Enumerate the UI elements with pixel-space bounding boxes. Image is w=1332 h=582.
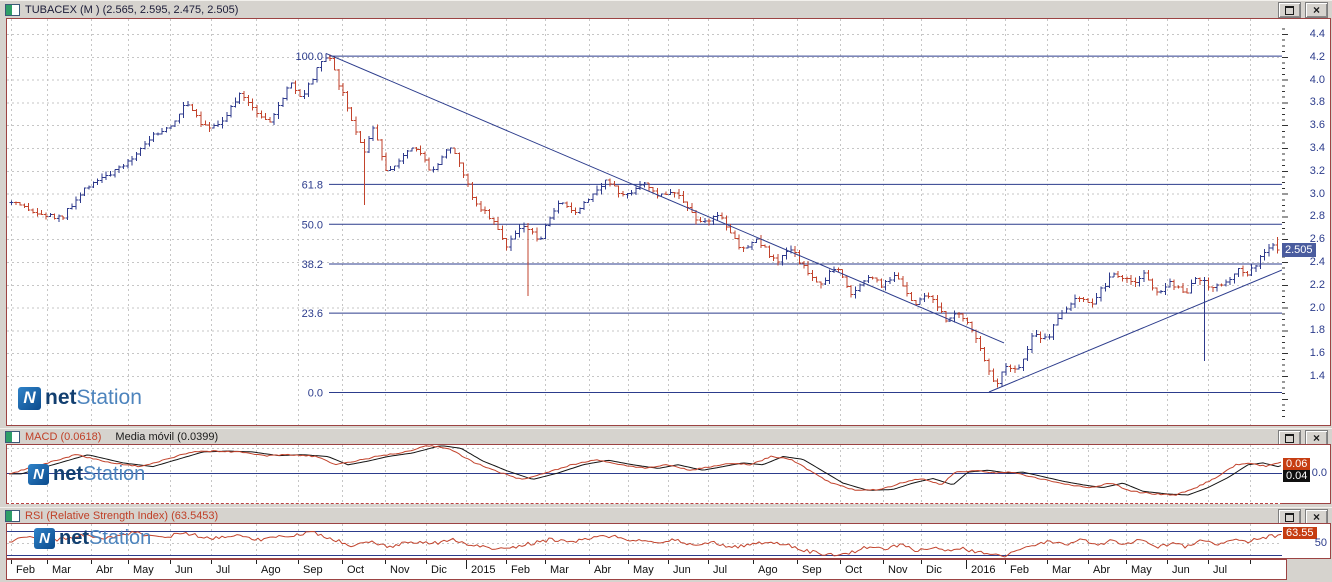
month-label: Mar (550, 564, 569, 576)
fib-label: 61.8 (302, 179, 323, 191)
month-label: Mar (1052, 564, 1071, 576)
month-label: Abr (96, 564, 114, 576)
trendline[interactable] (325, 52, 1005, 344)
month-label: Abr (1093, 564, 1111, 576)
month-label: Oct (845, 564, 863, 576)
price-tick-label: 1.8 (1309, 324, 1325, 336)
month-label: Ago (261, 564, 281, 576)
macd-value-axis[interactable]: 0.06 0.04 0.0 (1282, 444, 1331, 504)
month-label: Feb (511, 564, 530, 576)
restore-button[interactable] (1278, 2, 1301, 18)
chart-window-icon (5, 3, 20, 16)
price-tick-label: 3.0 (1309, 188, 1325, 200)
macd-window-icon (5, 431, 20, 443)
main-price-chart[interactable]: 100.0 61.8 50.0 38.2 23.6 0.0 (6, 18, 1283, 426)
rsi-value-axis[interactable]: 63.55 50 (1282, 523, 1331, 559)
main-price-svg[interactable]: 100.0 61.8 50.0 38.2 23.6 0.0 (7, 19, 1282, 425)
macd-svg[interactable] (7, 445, 1282, 503)
price-tick-label: 2.8 (1309, 210, 1325, 222)
rsi-chart[interactable] (6, 523, 1283, 559)
month-label: 2016 (971, 564, 996, 576)
month-label: Oct (347, 564, 365, 576)
month-label: May (133, 564, 154, 576)
netstation-window: { "main_panel": { "title": "TUBACEX (M )… (0, 0, 1332, 582)
rsi-titlebar[interactable]: RSI (Relative Strength Index) (63.5453) … (0, 507, 1332, 525)
rsi-title: RSI (Relative Strength Index) (63.5453) (25, 510, 219, 522)
fib-label: 100.0 (295, 51, 323, 63)
macd-value-tag: 0.06 (1283, 458, 1311, 470)
price-tick-label: 1.6 (1309, 347, 1325, 359)
down-candles (13, 54, 1280, 388)
rsi-svg[interactable] (7, 524, 1282, 558)
price-axis[interactable]: 4.4 4.2 4.0 3.8 3.6 3.4 3.2 3.0 2.8 2.6 2.4 2.2 2.0 1… (1282, 18, 1331, 426)
month-label: Dic (431, 564, 447, 576)
current-price-tag: 2.505 (1282, 243, 1316, 257)
price-tick-label: 3.6 (1309, 119, 1325, 131)
rsi-line (9, 530, 1282, 558)
month-label: Jul (1213, 564, 1228, 576)
main-chart-title: TUBACEX (M ) (2.565, 2.595, 2.475, 2.505… (25, 3, 239, 16)
fib-label: 0.0 (308, 387, 323, 399)
month-label: Mar (52, 564, 71, 576)
price-tick-label: 4.4 (1309, 28, 1325, 40)
month-label: Jul (216, 564, 231, 576)
time-axis[interactable]: Feb Mar Abr May Jun Jul Ago Sep Oct Nov Dic 2015 Feb… (6, 559, 1287, 580)
rsi-value-tag: 63.55 (1283, 527, 1317, 539)
month-label: Nov (888, 564, 908, 576)
price-tick-label: 2.2 (1309, 279, 1325, 291)
price-tick-label: 3.2 (1309, 165, 1325, 177)
month-label: Nov (390, 564, 410, 576)
close-button[interactable]: × (1305, 2, 1328, 18)
restore-icon (1285, 512, 1294, 522)
price-tick-label: 3.4 (1309, 142, 1325, 154)
price-axis-ticks (1282, 28, 1288, 417)
month-label: May (633, 564, 654, 576)
restore-icon (1285, 5, 1294, 15)
month-label: Feb (1010, 564, 1029, 576)
close-icon: × (1312, 430, 1320, 445)
month-label: Jul (713, 564, 728, 576)
price-tick-label: 1.4 (1309, 370, 1325, 382)
month-label: May (1131, 564, 1152, 576)
close-icon: × (1312, 509, 1320, 524)
media-value-tag: 0.04 (1283, 470, 1311, 482)
month-label: Dic (926, 564, 942, 576)
month-label: Jun (175, 564, 193, 576)
month-label: Feb (16, 564, 35, 576)
price-tick-label: 2.4 (1309, 256, 1325, 268)
macd-zero-label: 0.0 (1311, 467, 1327, 479)
month-label: Sep (303, 564, 323, 576)
macd-titlebar[interactable]: MACD (0.0618) Media móvil (0.0399) × (0, 428, 1332, 446)
month-label: Jun (673, 564, 691, 576)
price-tick-label: 4.2 (1309, 51, 1325, 63)
price-tick-label: 4.0 (1309, 74, 1325, 86)
price-tick-label: 2.0 (1309, 302, 1325, 314)
month-label: Sep (802, 564, 822, 576)
rsi-window-icon (5, 510, 20, 522)
fib-label: 50.0 (302, 219, 323, 231)
main-chart-titlebar[interactable]: TUBACEX (M ) (2.565, 2.595, 2.475, 2.505… (0, 0, 1332, 18)
fib-label: 38.2 (302, 259, 323, 271)
macd-chart[interactable] (6, 444, 1283, 504)
month-label: 2015 (471, 564, 496, 576)
month-label: Jun (1172, 564, 1190, 576)
rsi-mid-label: 50 (1314, 537, 1327, 549)
month-label: Ago (758, 564, 778, 576)
price-tick-label: 3.8 (1309, 96, 1325, 108)
month-label: Abr (594, 564, 612, 576)
close-icon: × (1312, 2, 1320, 17)
macd-media-title: Media móvil (0.0399) (115, 431, 219, 443)
fib-label: 23.6 (302, 308, 323, 320)
macd-title: MACD (0.0618) (25, 431, 102, 443)
restore-icon (1285, 433, 1294, 443)
